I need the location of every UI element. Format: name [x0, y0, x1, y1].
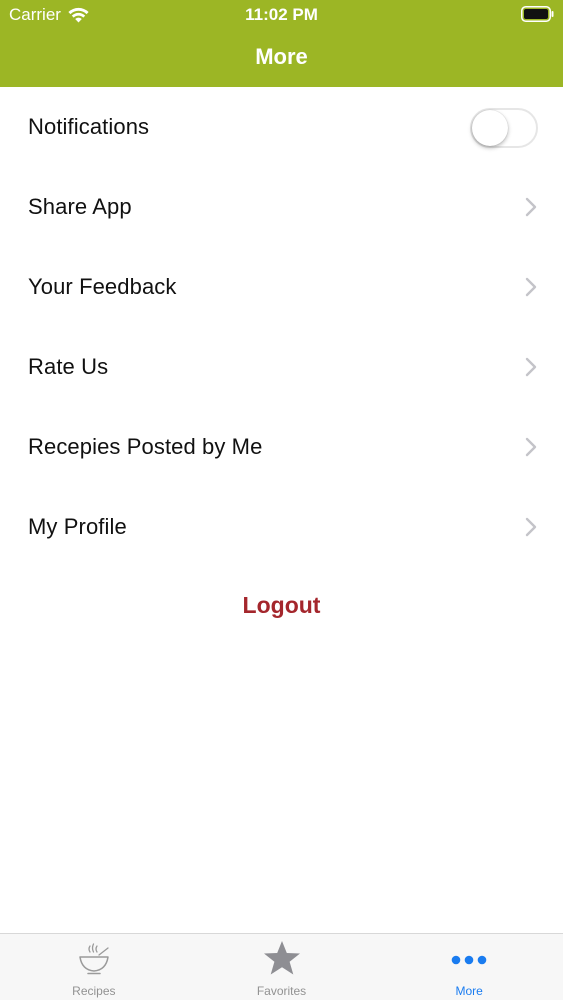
rate-us-row[interactable]: Rate Us [0, 327, 563, 407]
share-app-row[interactable]: Share App [0, 167, 563, 247]
battery-icon [521, 6, 554, 22]
toggle-knob [472, 110, 508, 146]
tab-recipes[interactable]: Recipes [0, 934, 188, 1000]
recipes-posted-label: Recepies Posted by Me [28, 434, 263, 459]
rate-us-label: Rate Us [28, 354, 109, 379]
chevron-right-icon [525, 357, 537, 377]
notifications-row: Notifications [0, 87, 563, 167]
tab-more[interactable]: More [375, 934, 563, 1000]
chevron-right-icon [525, 197, 537, 217]
page-title: More [255, 44, 308, 69]
your-feedback-label: Your Feedback [28, 274, 177, 299]
my-profile-label: My Profile [28, 514, 127, 539]
bowl-icon [79, 943, 109, 975]
more-screen: Carrier 11:02 PM More Notifications Shar… [0, 0, 563, 1000]
tab-label-more: More [455, 984, 483, 998]
tab-label-recipes: Recipes [72, 984, 116, 998]
notifications-label: Notifications [28, 114, 150, 139]
star-icon [263, 941, 300, 975]
status-time: 11:02 PM [245, 5, 318, 24]
more-dots-icon [451, 955, 487, 965]
share-app-label: Share App [28, 194, 132, 219]
notifications-toggle[interactable] [470, 108, 538, 148]
your-feedback-row[interactable]: Your Feedback [0, 247, 563, 327]
settings-list: Notifications Share App Your Feedback Ra… [0, 87, 563, 567]
chevron-right-icon [525, 517, 537, 537]
tab-bar: Recipes Favorites More [0, 933, 563, 1000]
chevron-right-icon [525, 277, 537, 297]
status-bar: Carrier 11:02 PM [0, 0, 563, 28]
tab-label-favorites: Favorites [256, 984, 307, 998]
logout-button[interactable]: Logout [0, 592, 563, 619]
header: Carrier 11:02 PM More [0, 0, 563, 87]
chevron-right-icon [525, 437, 537, 457]
my-profile-row[interactable]: My Profile [0, 487, 563, 567]
recipes-posted-row[interactable]: Recepies Posted by Me [0, 407, 563, 487]
tab-favorites[interactable]: Favorites [188, 934, 376, 1000]
